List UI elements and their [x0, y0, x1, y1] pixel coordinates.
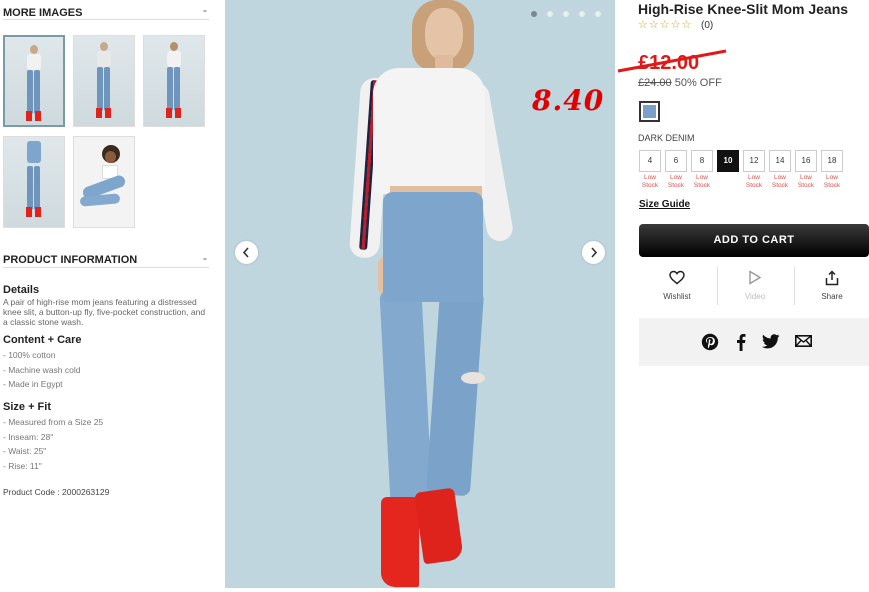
share-button[interactable]: Share	[794, 263, 869, 309]
discount-label: 50% OFF	[674, 77, 722, 89]
size-option-16[interactable]: 16	[795, 150, 817, 172]
video-label: Video	[744, 292, 766, 301]
low-stock-label: Low Stock	[823, 174, 841, 189]
pinterest-icon[interactable]	[701, 333, 719, 351]
strikethrough-mark	[617, 49, 727, 73]
price-compare: £24.00 50% OFF	[638, 77, 722, 89]
size-option-8[interactable]: 8	[691, 150, 713, 172]
left-column: MORE IMAGES - PRODUCT INFORMATION - Deta…	[0, 0, 212, 592]
content-item: - Machine wash cold	[3, 364, 81, 375]
more-images-header[interactable]: MORE IMAGES -	[3, 0, 209, 20]
content-item: - 100% cotton	[3, 350, 56, 360]
size-fit-heading: Size + Fit	[3, 401, 51, 413]
size-option-18[interactable]: 18	[821, 150, 843, 172]
share-label: Share	[821, 292, 843, 301]
chevron-left-icon	[242, 247, 249, 258]
carousel-dot[interactable]	[547, 11, 553, 17]
details-section: Details A pair of high-rise mom jeans fe…	[3, 284, 209, 327]
prev-image-button[interactable]	[235, 241, 258, 264]
thumbnail-3[interactable]	[143, 35, 205, 127]
size-item: - Inseam: 28"	[3, 431, 54, 442]
size-option-10[interactable]: 10	[717, 150, 739, 172]
video-button[interactable]: Video	[717, 263, 793, 309]
next-image-button[interactable]	[582, 241, 605, 264]
size-item: - Waist: 25"	[3, 446, 47, 456]
product-info-title: PRODUCT INFORMATION	[3, 254, 138, 266]
size-item: - Rise: 11"	[3, 460, 42, 471]
low-stock-label: Low Stock	[667, 174, 685, 189]
low-stock-label: Low Stock	[641, 174, 659, 189]
color-name: DARK DENIM	[638, 133, 695, 143]
size-option-14[interactable]: 14	[769, 150, 791, 172]
size-option-6[interactable]: 6	[665, 150, 687, 172]
was-price: £24.00	[638, 77, 672, 89]
main-product-image[interactable]: 8.40	[225, 0, 615, 588]
product-title: High-Rise Knee-Slit Mom Jeans	[638, 1, 849, 17]
low-stock-label: Low Stock	[797, 174, 815, 189]
product-info-header[interactable]: PRODUCT INFORMATION -	[3, 248, 209, 268]
thumbnail-2[interactable]	[73, 35, 135, 127]
collapse-toggle[interactable]: -	[203, 251, 207, 265]
size-item: - Measured from a Size 25	[3, 417, 104, 427]
size-fit-section: Size + Fit - Measured from a Size 25 - I…	[3, 401, 209, 473]
more-images-title: MORE IMAGES	[3, 7, 83, 19]
rating-stars[interactable]: ☆☆☆☆☆	[638, 18, 692, 31]
content-item: - Made in Egypt	[3, 379, 63, 389]
size-option-12[interactable]: 12	[743, 150, 765, 172]
overlay-price: 8.40	[532, 84, 605, 117]
content-care-section: Content + Care - 100% cotton - Machine w…	[3, 334, 209, 392]
low-stock-label: Low Stock	[693, 174, 711, 189]
carousel-dot[interactable]	[563, 11, 569, 17]
carousel-dot[interactable]	[595, 11, 601, 17]
carousel-dot[interactable]	[531, 11, 537, 17]
thumbnail-4[interactable]	[3, 136, 65, 228]
low-stock-label: Low Stock	[771, 174, 789, 189]
details-heading: Details	[3, 284, 40, 296]
size-guide-link[interactable]: Size Guide	[639, 199, 690, 210]
play-icon	[749, 270, 762, 285]
rating-count[interactable]: (0)	[701, 20, 713, 31]
low-stock-label: Low Stock	[745, 174, 763, 189]
product-code: Product Code : 2000263129	[3, 487, 110, 497]
twitter-icon[interactable]	[762, 334, 780, 349]
wishlist-button[interactable]: Wishlist	[639, 263, 715, 309]
facebook-icon[interactable]	[736, 333, 746, 351]
chevron-right-icon	[591, 247, 598, 258]
share-icon	[825, 270, 839, 286]
email-icon[interactable]	[795, 335, 812, 347]
thumbnail-1[interactable]	[3, 35, 65, 127]
add-to-cart-button[interactable]: ADD TO CART	[639, 224, 869, 257]
collapse-toggle[interactable]: -	[203, 3, 207, 17]
content-care-heading: Content + Care	[3, 334, 82, 346]
product-actions: Wishlist Video Share	[639, 263, 869, 309]
heart-icon	[669, 270, 685, 285]
color-swatch[interactable]	[639, 101, 660, 122]
size-option-4[interactable]: 4	[639, 150, 661, 172]
wishlist-label: Wishlist	[663, 292, 691, 301]
carousel-dot[interactable]	[579, 11, 585, 17]
details-text: A pair of high-rise mom jeans featuring …	[3, 297, 206, 327]
thumbnail-5[interactable]	[73, 136, 135, 228]
product-details-panel: High-Rise Knee-Slit Mom Jeans ☆☆☆☆☆ (0) …	[617, 0, 869, 592]
social-share-bar	[639, 318, 869, 366]
